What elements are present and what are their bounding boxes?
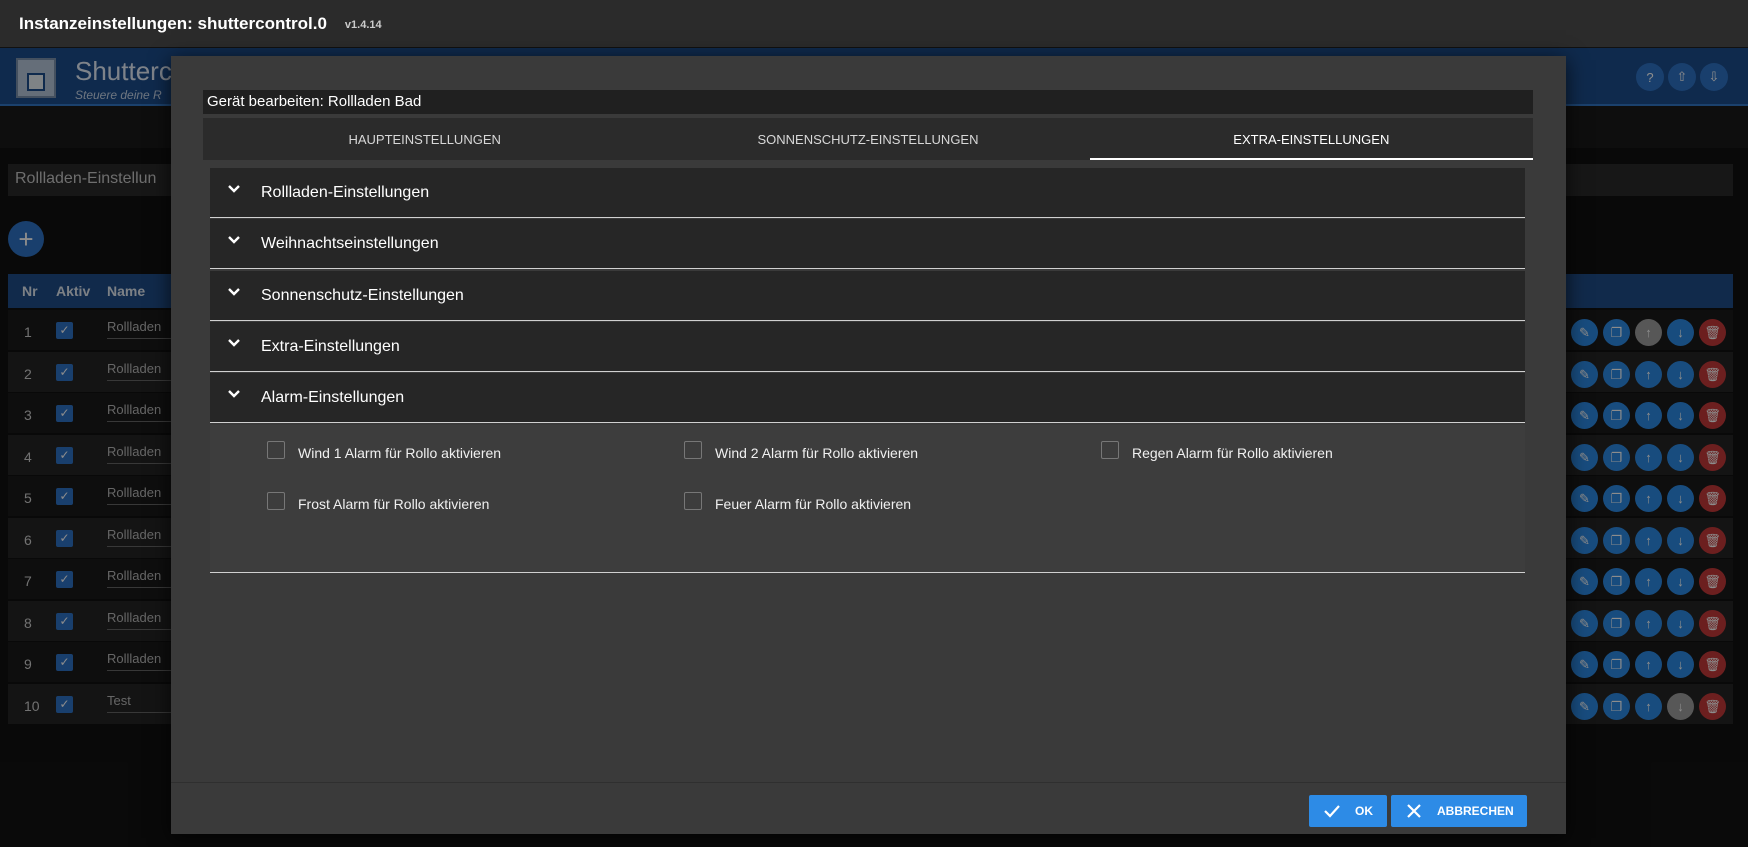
checkbox-box[interactable] bbox=[684, 492, 702, 510]
tab-sonnenschutz-einstellungen[interactable]: SONNENSCHUTZ-EINSTELLUNGEN bbox=[646, 118, 1089, 160]
cancel-button[interactable]: ABBRECHEN bbox=[1391, 795, 1527, 827]
accordion-rollladen-einstellungen[interactable]: Rollladen-Einstellungen bbox=[210, 168, 1525, 218]
ok-button[interactable]: OK bbox=[1309, 795, 1387, 827]
checkbox-box[interactable] bbox=[684, 441, 702, 459]
accordion-sonnenschutz-einstellungen[interactable]: Sonnenschutz-Einstellungen bbox=[210, 271, 1525, 321]
ok-label: OK bbox=[1355, 804, 1373, 818]
tab-haupteinstellungen[interactable]: HAUPTEINSTELLUNGEN bbox=[203, 118, 646, 160]
dialog-tabs: HAUPTEINSTELLUNGEN SONNENSCHUTZ-EINSTELL… bbox=[203, 118, 1534, 160]
check-icon bbox=[1324, 805, 1340, 818]
dialog-footer: OK ABBRECHEN bbox=[171, 782, 1566, 834]
chevron-down-icon bbox=[228, 390, 240, 398]
accordion-label: Sonnenschutz-Einstellungen bbox=[261, 287, 464, 304]
close-icon bbox=[1407, 804, 1421, 818]
version-label: v1.4.14 bbox=[344, 19, 382, 31]
accordion-label: Alarm-Einstellungen bbox=[261, 389, 405, 406]
chevron-down-icon bbox=[228, 288, 240, 296]
accordion-extra-einstellungen[interactable]: Extra-Einstellungen bbox=[210, 322, 1525, 372]
window-title: Instanzeinstellungen: shuttercontrol.0 bbox=[19, 13, 327, 33]
chevron-down-icon bbox=[228, 185, 240, 193]
alarm-settings-panel: Wind 1 Alarm für Rollo aktivieren Wind 2… bbox=[210, 425, 1525, 573]
checkbox-box[interactable] bbox=[1101, 441, 1119, 459]
checkbox-label: Feuer Alarm für Rollo aktivieren bbox=[715, 496, 912, 512]
checkbox-label: Wind 2 Alarm für Rollo aktivieren bbox=[715, 445, 919, 461]
edit-device-dialog: Gerät bearbeiten: Rollladen Bad HAUPTEIN… bbox=[171, 56, 1566, 834]
chevron-down-icon bbox=[228, 236, 240, 244]
cancel-label: ABBRECHEN bbox=[1437, 804, 1514, 818]
accordion-label: Weihnachtseinstellungen bbox=[261, 235, 439, 252]
tab-extra-einstellungen[interactable]: EXTRA-EINSTELLUNGEN bbox=[1089, 118, 1534, 160]
dialog-title: Gerät bearbeiten: Rollladen Bad bbox=[203, 90, 1533, 114]
checkbox-label: Regen Alarm für Rollo aktivieren bbox=[1132, 445, 1333, 461]
checkbox-box[interactable] bbox=[267, 492, 285, 510]
checkbox-box[interactable] bbox=[267, 441, 285, 459]
accordion-label: Rollladen-Einstellungen bbox=[261, 184, 430, 201]
window-title-bar: Instanzeinstellungen: shuttercontrol.0 v… bbox=[0, 0, 1748, 48]
accordion-alarm-einstellungen[interactable]: Alarm-Einstellungen bbox=[210, 373, 1525, 423]
chevron-down-icon bbox=[228, 339, 240, 347]
accordion-label: Extra-Einstellungen bbox=[261, 338, 400, 355]
checkbox-label: Wind 1 Alarm für Rollo aktivieren bbox=[298, 445, 502, 461]
accordion-weihnachtseinstellungen[interactable]: Weihnachtseinstellungen bbox=[210, 219, 1525, 269]
checkbox-label: Frost Alarm für Rollo aktivieren bbox=[298, 496, 490, 512]
